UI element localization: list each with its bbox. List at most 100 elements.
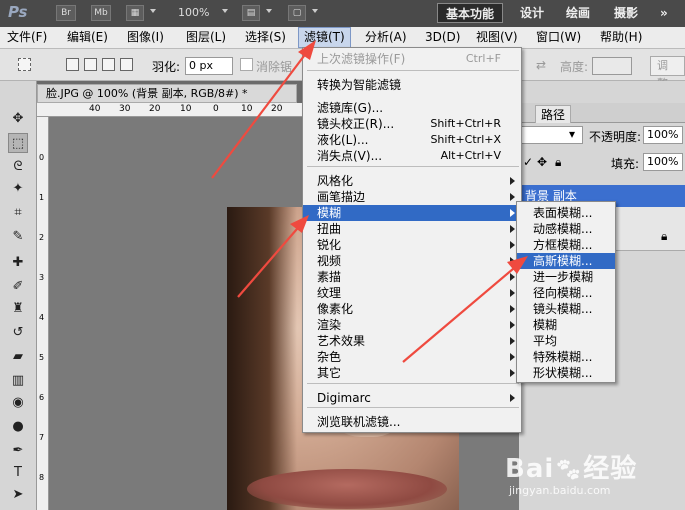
- filter-menu-item[interactable]: 视频: [303, 253, 521, 269]
- anti-alias-checkbox[interactable]: [240, 58, 253, 71]
- filter-menu-item[interactable]: 液化(L)... Shift+Ctrl+X: [303, 132, 521, 148]
- crop-tool-icon[interactable]: ⌗: [8, 203, 28, 223]
- filter-menu-item[interactable]: 杂色: [303, 349, 521, 365]
- tab-paths[interactable]: 路径: [535, 105, 572, 123]
- filter-menu-item[interactable]: 素描: [303, 269, 521, 285]
- workspace-essentials[interactable]: 基本功能: [437, 3, 504, 23]
- menu-filter[interactable]: 滤镜(T): [298, 27, 351, 48]
- dodge-tool-icon[interactable]: ●: [8, 417, 28, 437]
- refine-edge-button[interactable]: 调整: [650, 56, 685, 90]
- fill-input[interactable]: 100%: [643, 153, 683, 171]
- type-tool-icon[interactable]: T: [8, 463, 28, 483]
- healing-brush-tool-icon[interactable]: ✚: [8, 253, 28, 273]
- intersect-selection-icon[interactable]: [120, 58, 133, 71]
- menu-layer[interactable]: 图层(L): [181, 27, 231, 48]
- blur-submenu-item[interactable]: 径向模糊...: [517, 285, 615, 301]
- document-tab[interactable]: 脸.JPG @ 100% (背景 副本, RGB/8#) *: [37, 84, 297, 103]
- blur-submenu-item[interactable]: 特殊模糊...: [517, 349, 615, 365]
- lasso-tool-icon[interactable]: ᘓ: [8, 157, 28, 177]
- blur-submenu-item[interactable]: 动感模糊...: [517, 221, 615, 237]
- ruler-tick-label: 30: [119, 104, 131, 114]
- lock-fill-row: ✓ ✥ 🔒︎ 填充: 100%: [519, 153, 685, 175]
- filter-menu-item[interactable]: 转换为智能滤镜: [303, 77, 521, 93]
- history-brush-tool-icon[interactable]: ↺: [8, 323, 28, 343]
- opacity-input[interactable]: 100%: [643, 126, 683, 144]
- filter-menu-item[interactable]: 模糊: [303, 205, 521, 221]
- submenu-arrow-icon: [510, 353, 515, 361]
- blur-submenu-item[interactable]: 进一步模糊: [517, 269, 615, 285]
- path-selection-tool-icon[interactable]: ➤: [8, 485, 28, 505]
- subtract-selection-icon[interactable]: [102, 58, 115, 71]
- filter-menu-item[interactable]: 锐化: [303, 237, 521, 253]
- menu-item-label: 浏览联机滤镜...: [317, 415, 401, 429]
- filter-menu-item[interactable]: 浏览联机滤镜...: [303, 414, 521, 430]
- filter-menu-item[interactable]: 消失点(V)... Alt+Ctrl+V: [303, 148, 521, 164]
- menu-analysis[interactable]: 分析(A): [360, 27, 412, 48]
- filter-menu-item[interactable]: 纹理: [303, 285, 521, 301]
- workspace-more-button[interactable]: »: [652, 3, 676, 23]
- chevron-down-icon[interactable]: [312, 9, 318, 13]
- menu-item-label: 锐化: [317, 238, 342, 252]
- menu-image[interactable]: 图像(I): [122, 27, 169, 48]
- filter-menu-item[interactable]: 画笔描边: [303, 189, 521, 205]
- filter-menu-item[interactable]: 其它: [303, 365, 521, 381]
- blur-submenu-item[interactable]: 镜头模糊...: [517, 301, 615, 317]
- screen-mode-button[interactable]: ▢: [288, 5, 306, 21]
- marquee-preset-icon[interactable]: [18, 58, 31, 71]
- blur-submenu-item[interactable]: 模糊: [517, 317, 615, 333]
- mini-bridge-button[interactable]: Mb: [91, 5, 111, 21]
- eyedropper-tool-icon[interactable]: ✎: [8, 227, 28, 247]
- chevron-down-icon[interactable]: [222, 9, 228, 13]
- workspace-painting[interactable]: 绘画: [558, 3, 598, 23]
- lock-all-icon[interactable]: 🔒︎: [555, 155, 561, 170]
- magic-wand-tool-icon[interactable]: ✦: [8, 179, 28, 199]
- menu-3d[interactable]: 3D(D): [420, 27, 465, 48]
- menu-view[interactable]: 视图(V): [471, 27, 523, 48]
- ruler-tick-label: 10: [180, 104, 192, 114]
- arrange-documents-button[interactable]: ▤: [242, 5, 260, 21]
- chevron-down-icon[interactable]: [150, 9, 156, 13]
- brush-tool-icon[interactable]: ✐: [8, 277, 28, 297]
- filter-menu-item[interactable]: 艺术效果: [303, 333, 521, 349]
- workspace-photography[interactable]: 摄影: [606, 3, 646, 23]
- filter-menu-item[interactable]: 镜头校正(R)... Shift+Ctrl+R: [303, 116, 521, 132]
- filter-menu-item[interactable]: 滤镜库(G)...: [303, 100, 521, 116]
- menu-help[interactable]: 帮助(H): [595, 27, 647, 48]
- blur-submenu-item[interactable]: 平均: [517, 333, 615, 349]
- filter-menu-item[interactable]: 上次滤镜操作(F) Ctrl+F: [303, 51, 521, 67]
- blur-submenu-item[interactable]: 方框模糊...: [517, 237, 615, 253]
- height-input[interactable]: [592, 57, 632, 75]
- filter-menu-item[interactable]: 渲染: [303, 317, 521, 333]
- add-selection-icon[interactable]: [84, 58, 97, 71]
- eraser-tool-icon[interactable]: ▰: [8, 347, 28, 367]
- swap-icon[interactable]: ⇄: [536, 58, 546, 72]
- lock-pixels-icon[interactable]: ✓: [523, 155, 533, 169]
- blur-submenu-item[interactable]: 形状模糊...: [517, 365, 615, 381]
- clone-stamp-tool-icon[interactable]: ♜: [8, 299, 28, 319]
- workspace-design[interactable]: 设计: [512, 3, 552, 23]
- move-tool-icon[interactable]: ✥: [8, 109, 28, 129]
- menu-select[interactable]: 选择(S): [240, 27, 291, 48]
- blur-tool-icon[interactable]: ◉: [8, 393, 28, 413]
- pen-tool-icon[interactable]: ✒: [8, 441, 28, 461]
- filter-menu-item[interactable]: Digimarc: [303, 390, 521, 406]
- gradient-tool-icon[interactable]: ▥: [8, 371, 28, 391]
- blur-submenu-item[interactable]: 表面模糊...: [517, 205, 615, 221]
- lock-position-icon[interactable]: ✥: [537, 155, 547, 169]
- menu-file[interactable]: 文件(F): [2, 27, 52, 48]
- filter-menu-item[interactable]: 像素化: [303, 301, 521, 317]
- view-extras-button[interactable]: ▦: [126, 5, 144, 21]
- menu-edit[interactable]: 编辑(E): [62, 27, 113, 48]
- panel-tabs: 路径: [519, 103, 685, 123]
- chevron-down-icon[interactable]: [266, 9, 272, 13]
- blur-submenu-item[interactable]: 高斯模糊...: [517, 253, 615, 269]
- feather-input[interactable]: 0 px: [185, 57, 233, 75]
- bridge-button[interactable]: Br: [56, 5, 76, 21]
- zoom-level[interactable]: 100%: [178, 6, 209, 19]
- new-selection-icon[interactable]: [66, 58, 79, 71]
- filter-menu-item[interactable]: 扭曲: [303, 221, 521, 237]
- filter-menu-item[interactable]: 风格化: [303, 173, 521, 189]
- rectangular-marquee-tool-icon[interactable]: ⬚: [8, 133, 28, 153]
- chevron-down-icon[interactable]: ▾: [569, 127, 575, 141]
- menu-window[interactable]: 窗口(W): [531, 27, 586, 48]
